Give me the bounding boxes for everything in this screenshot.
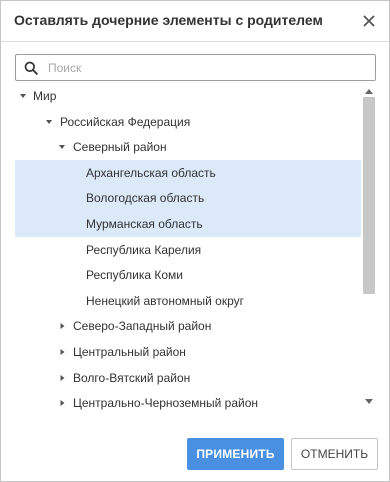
- cancel-button[interactable]: ОТМЕНИТЬ: [291, 438, 378, 470]
- tree-item[interactable]: Центрально-Черноземный район: [15, 390, 361, 411]
- caret-right-icon[interactable]: [58, 374, 66, 382]
- tree-item[interactable]: Центральный район: [15, 339, 361, 365]
- tree-item-label: Республика Коми: [86, 268, 183, 283]
- tree-item-label: Архангельская область: [86, 165, 216, 180]
- caret-right-icon[interactable]: [58, 322, 66, 330]
- tree-item-label: Российская Федерация: [60, 114, 191, 129]
- tree-item-label: Северо-Западный район: [73, 319, 212, 334]
- search-input[interactable]: [48, 57, 368, 78]
- tree-item[interactable]: Российская Федерация: [15, 109, 361, 135]
- tree-item[interactable]: Мир: [15, 83, 361, 109]
- tree-item-label: Центральный район: [73, 344, 186, 359]
- tree-item[interactable]: Мурманская область: [15, 210, 361, 237]
- caret-right-icon[interactable]: [58, 399, 66, 407]
- caret-right-icon[interactable]: [58, 348, 66, 356]
- dialog-header: Оставлять дочерние элементы с родителем: [1, 1, 389, 41]
- dialog-title: Оставлять дочерние элементы с родителем: [14, 12, 323, 28]
- tree-item[interactable]: Волго-Вятский район: [15, 365, 361, 391]
- tree-item-label: Центрально-Черноземный район: [73, 396, 259, 411]
- tree-item[interactable]: Республика Коми: [15, 262, 361, 288]
- caret-down-icon[interactable]: [19, 92, 27, 100]
- scroll-thumb[interactable]: [363, 97, 375, 294]
- tree-item-label: Северный район: [73, 140, 167, 155]
- tree-item-label: Ненецкий автономный округ: [86, 293, 245, 308]
- search-box[interactable]: [15, 54, 376, 81]
- close-icon: [363, 15, 375, 27]
- vertical-scrollbar[interactable]: [362, 83, 376, 411]
- close-button[interactable]: [359, 11, 379, 31]
- tree-item[interactable]: Республика Карелия: [15, 237, 361, 263]
- tree-item-label: Мурманская область: [86, 216, 203, 231]
- tree-item[interactable]: Северный район: [15, 134, 361, 160]
- scroll-down-arrow-icon[interactable]: [365, 399, 373, 405]
- search-icon: [24, 61, 38, 75]
- dialog: Оставлять дочерние элементы с родителем …: [0, 0, 390, 482]
- apply-button[interactable]: ПРИМЕНИТЬ: [187, 438, 284, 470]
- tree-item[interactable]: Ненецкий автономный округ: [15, 288, 361, 314]
- tree-item[interactable]: Вологодская область: [15, 185, 361, 211]
- caret-down-icon[interactable]: [45, 118, 53, 126]
- tree-item-label: Республика Карелия: [86, 242, 202, 257]
- tree-view: Мир Российская Федерация Северный район Арх…: [15, 83, 361, 411]
- tree-item-label: Волго-Вятский район: [73, 370, 191, 385]
- tree-item-label: Мир: [33, 89, 57, 103]
- tree-item[interactable]: Архангельская область: [15, 159, 361, 186]
- scroll-up-arrow-icon[interactable]: [365, 88, 373, 94]
- tree-item-label: Вологодская область: [86, 191, 205, 206]
- header-divider: [1, 41, 389, 42]
- caret-down-icon[interactable]: [58, 143, 66, 151]
- tree-item[interactable]: Северо-Западный район: [15, 313, 361, 339]
